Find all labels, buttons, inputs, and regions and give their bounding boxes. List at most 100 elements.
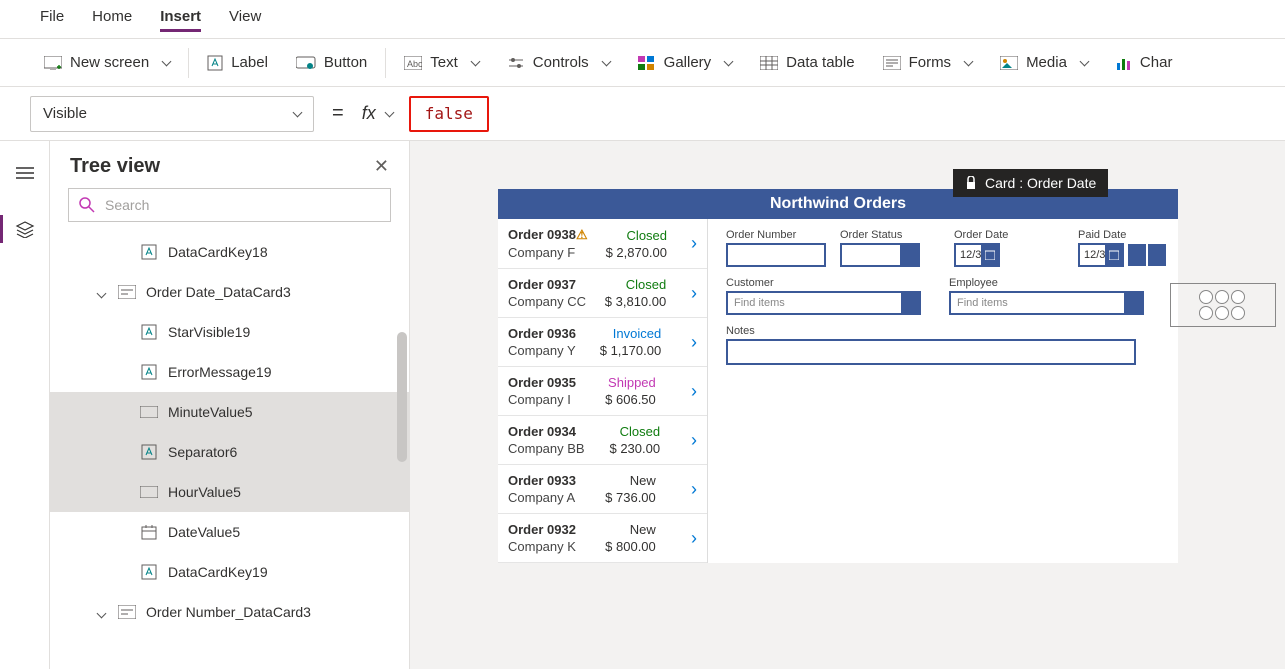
menu-view[interactable]: View <box>229 8 261 32</box>
left-rail <box>0 141 50 669</box>
formula-input[interactable]: false <box>409 96 489 132</box>
chevron-right-icon: › <box>691 430 697 451</box>
customer-combobox[interactable]: Find items <box>726 291 921 315</box>
order-number-input[interactable] <box>726 243 826 267</box>
tree-item[interactable]: DateValue5 <box>50 512 409 552</box>
label-icon <box>140 323 158 341</box>
chevron-down-icon <box>1124 293 1142 313</box>
rect-icon <box>140 403 158 421</box>
menu-bar: File Home Insert View <box>0 0 1285 39</box>
tree-item-label: DateValue5 <box>168 524 240 540</box>
order-company: Company F <box>508 245 588 260</box>
search-placeholder: Search <box>105 197 149 213</box>
order-gallery-item[interactable]: Order 0932Company KNew$ 800.00› <box>498 514 707 563</box>
controls-icon <box>507 56 525 70</box>
tree-view-rail-button[interactable] <box>7 211 43 247</box>
tree-item[interactable]: DataCardKey18 <box>50 232 409 272</box>
order-company: Company I <box>508 392 576 407</box>
controls-button[interactable]: Controls <box>493 39 624 86</box>
tree-view-panel: Tree view ✕ Search DataCardKey18 Order Da… <box>50 141 410 669</box>
order-date-input[interactable]: 12/3 <box>954 243 1000 267</box>
fx-button[interactable]: fx <box>362 103 393 124</box>
media-button[interactable]: Media <box>986 39 1102 86</box>
order-gallery-item[interactable]: Order 0933Company ANew$ 736.00› <box>498 465 707 514</box>
menu-file[interactable]: File <box>40 8 64 32</box>
card-icon <box>118 283 136 301</box>
tree-item-label: Separator6 <box>168 444 237 460</box>
property-selector[interactable]: Visible <box>30 96 314 132</box>
order-gallery-item[interactable]: Order 0937Company CCClosed$ 3,810.00› <box>498 269 707 318</box>
tree-item[interactable]: Order Date_DataCard3 <box>50 272 409 312</box>
order-number: Order 0935 <box>508 375 576 390</box>
tree-item[interactable]: DataCardKey19 <box>50 552 409 592</box>
text-button[interactable]: Abc Text <box>390 39 493 86</box>
tree-item[interactable]: Order Number_DataCard3 <box>50 592 409 632</box>
order-status: Closed <box>627 228 667 243</box>
card-icon <box>118 603 136 621</box>
order-amount: $ 800.00 <box>605 539 656 554</box>
selection-handles[interactable] <box>1198 289 1248 321</box>
button-icon <box>296 56 316 70</box>
tree-item[interactable]: Separator6 <box>50 432 409 472</box>
notes-label: Notes <box>726 325 1166 337</box>
chevron-down-icon <box>901 293 919 313</box>
hamburger-button[interactable] <box>7 155 43 191</box>
data-table-button[interactable]: Data table <box>746 39 868 86</box>
customer-placeholder: Find items <box>734 297 785 309</box>
label-icon <box>140 563 158 581</box>
screen-icon <box>44 56 62 70</box>
order-number: Order 0933 <box>508 473 576 488</box>
tree-view-title: Tree view <box>70 155 160 178</box>
layers-icon <box>15 220 35 238</box>
order-status: Closed <box>626 277 666 292</box>
charts-button[interactable]: Char <box>1102 39 1187 86</box>
expand-caret-icon[interactable] <box>98 284 108 300</box>
forms-label: Forms <box>909 54 952 71</box>
order-status-select[interactable] <box>840 243 920 267</box>
tree-item[interactable]: StarVisible19 <box>50 312 409 352</box>
canvas[interactable]: Card : Order Date Northwind Orders Order… <box>410 141 1285 669</box>
order-date-value: 12/3 <box>956 249 981 261</box>
rect-icon <box>140 483 158 501</box>
menu-insert[interactable]: Insert <box>160 8 201 32</box>
text-icon: Abc <box>404 56 422 70</box>
expand-caret-icon[interactable] <box>98 604 108 620</box>
tree-item[interactable]: HourValue5 <box>50 472 409 512</box>
chevron-down-icon <box>288 105 301 122</box>
button-button[interactable]: Button <box>282 39 381 86</box>
paid-date-input[interactable]: 12/3 <box>1078 243 1124 267</box>
order-date-label: Order Date <box>954 229 1064 241</box>
paid-date-time-dropdowns[interactable] <box>1128 244 1166 266</box>
order-status: New <box>630 522 656 537</box>
forms-button[interactable]: Forms <box>869 39 987 86</box>
order-number: Order 0932 <box>508 522 576 537</box>
selection-tooltip: Card : Order Date <box>953 169 1108 197</box>
notes-input[interactable] <box>726 339 1136 365</box>
formula-bar: Visible = fx false <box>0 87 1285 141</box>
search-input[interactable]: Search <box>68 188 391 222</box>
order-gallery-item[interactable]: Order 0934Company BBClosed$ 230.00› <box>498 416 707 465</box>
tree-item-label: Order Date_DataCard3 <box>146 284 291 300</box>
label-button[interactable]: Label <box>193 39 282 86</box>
tree-item-label: ErrorMessage19 <box>168 364 272 380</box>
gallery-button[interactable]: Gallery <box>624 39 747 86</box>
tree-item-label: HourValue5 <box>168 484 241 500</box>
new-screen-button[interactable]: New screen <box>30 39 184 86</box>
paid-date-value: 12/3 <box>1080 249 1105 261</box>
close-panel-button[interactable]: ✕ <box>374 156 389 177</box>
employee-combobox[interactable]: Find items <box>949 291 1144 315</box>
order-gallery-item[interactable]: Order 0936Company YInvoiced$ 1,170.00› <box>498 318 707 367</box>
order-amount: $ 606.50 <box>605 392 656 407</box>
label-icon <box>140 243 158 261</box>
data-table-icon <box>760 56 778 70</box>
chevron-right-icon: › <box>691 381 697 402</box>
tree-item[interactable]: MinuteValue5 <box>50 392 409 432</box>
chevron-right-icon: › <box>691 283 697 304</box>
tooltip-text: Card : Order Date <box>985 175 1096 191</box>
tree-item[interactable]: ErrorMessage19 <box>50 352 409 392</box>
order-gallery[interactable]: Order 0938⚠Company FClosed$ 2,870.00›Ord… <box>498 219 708 563</box>
scrollbar-thumb[interactable] <box>397 332 407 462</box>
order-gallery-item[interactable]: Order 0935Company IShipped$ 606.50› <box>498 367 707 416</box>
order-gallery-item[interactable]: Order 0938⚠Company FClosed$ 2,870.00› <box>498 219 707 269</box>
menu-home[interactable]: Home <box>92 8 132 32</box>
